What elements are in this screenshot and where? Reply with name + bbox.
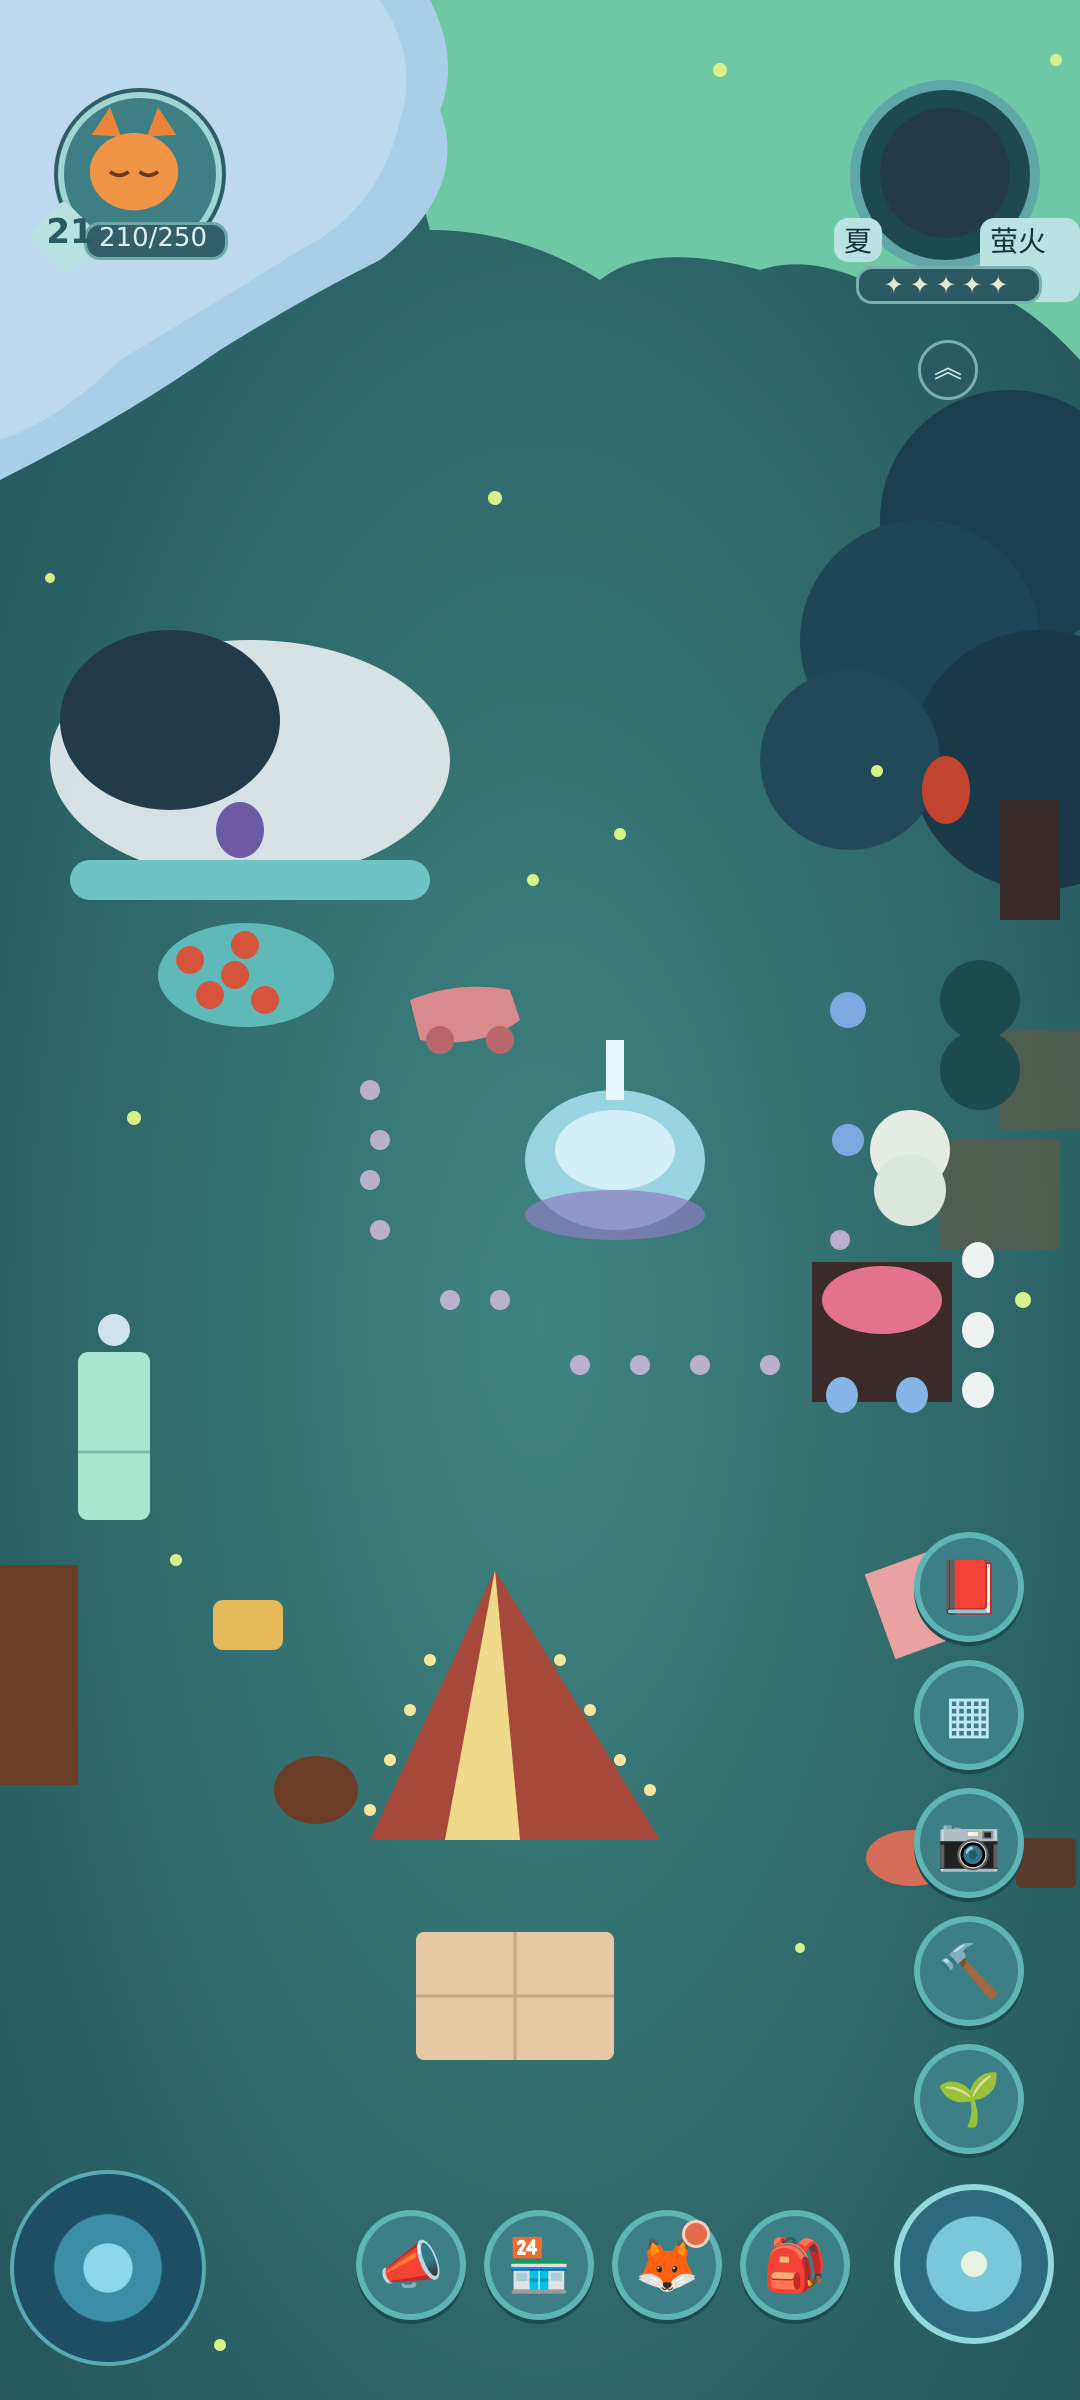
hammer-icon: 🔨	[936, 1941, 1002, 2002]
energy-value: 210/250	[98, 223, 207, 253]
book-icon: 📕	[936, 1557, 1002, 1618]
character-fox-button[interactable]: 🦊	[612, 2210, 722, 2320]
announcement-megaphone-button[interactable]: 📣	[356, 2210, 466, 2320]
camera-button[interactable]: 📷	[914, 1788, 1024, 1898]
double-chevron-up-icon[interactable]: ︽	[918, 340, 978, 400]
weather-stars: ✦✦✦✦✦	[856, 266, 1042, 304]
hammer-build-button[interactable]: 🔨	[914, 1916, 1024, 2026]
layout-grid-icon: ▦	[944, 1685, 994, 1745]
shop-icon: 🏪	[506, 2235, 572, 2296]
backpack-button[interactable]: 🎒	[740, 2210, 850, 2320]
game-scene	[0, 0, 1080, 2400]
sprout-planting-button[interactable]: 🌱	[914, 2044, 1024, 2154]
notification-dot	[682, 2220, 710, 2248]
furniture-layout-button[interactable]: ▦	[914, 1660, 1024, 1770]
album-book-button[interactable]: 📕	[914, 1532, 1024, 1642]
backpack-icon: 🎒	[762, 2235, 828, 2296]
megaphone-icon: 📣	[378, 2235, 444, 2296]
season-label: 夏	[834, 218, 883, 262]
navigation-compass-button[interactable]	[894, 2184, 1054, 2344]
magic-compass-button[interactable]	[10, 2170, 206, 2366]
sprout-icon: 🌱	[936, 2069, 1002, 2130]
camera-icon: 📷	[936, 1813, 1002, 1874]
shop-button[interactable]: 🏪	[484, 2210, 594, 2320]
